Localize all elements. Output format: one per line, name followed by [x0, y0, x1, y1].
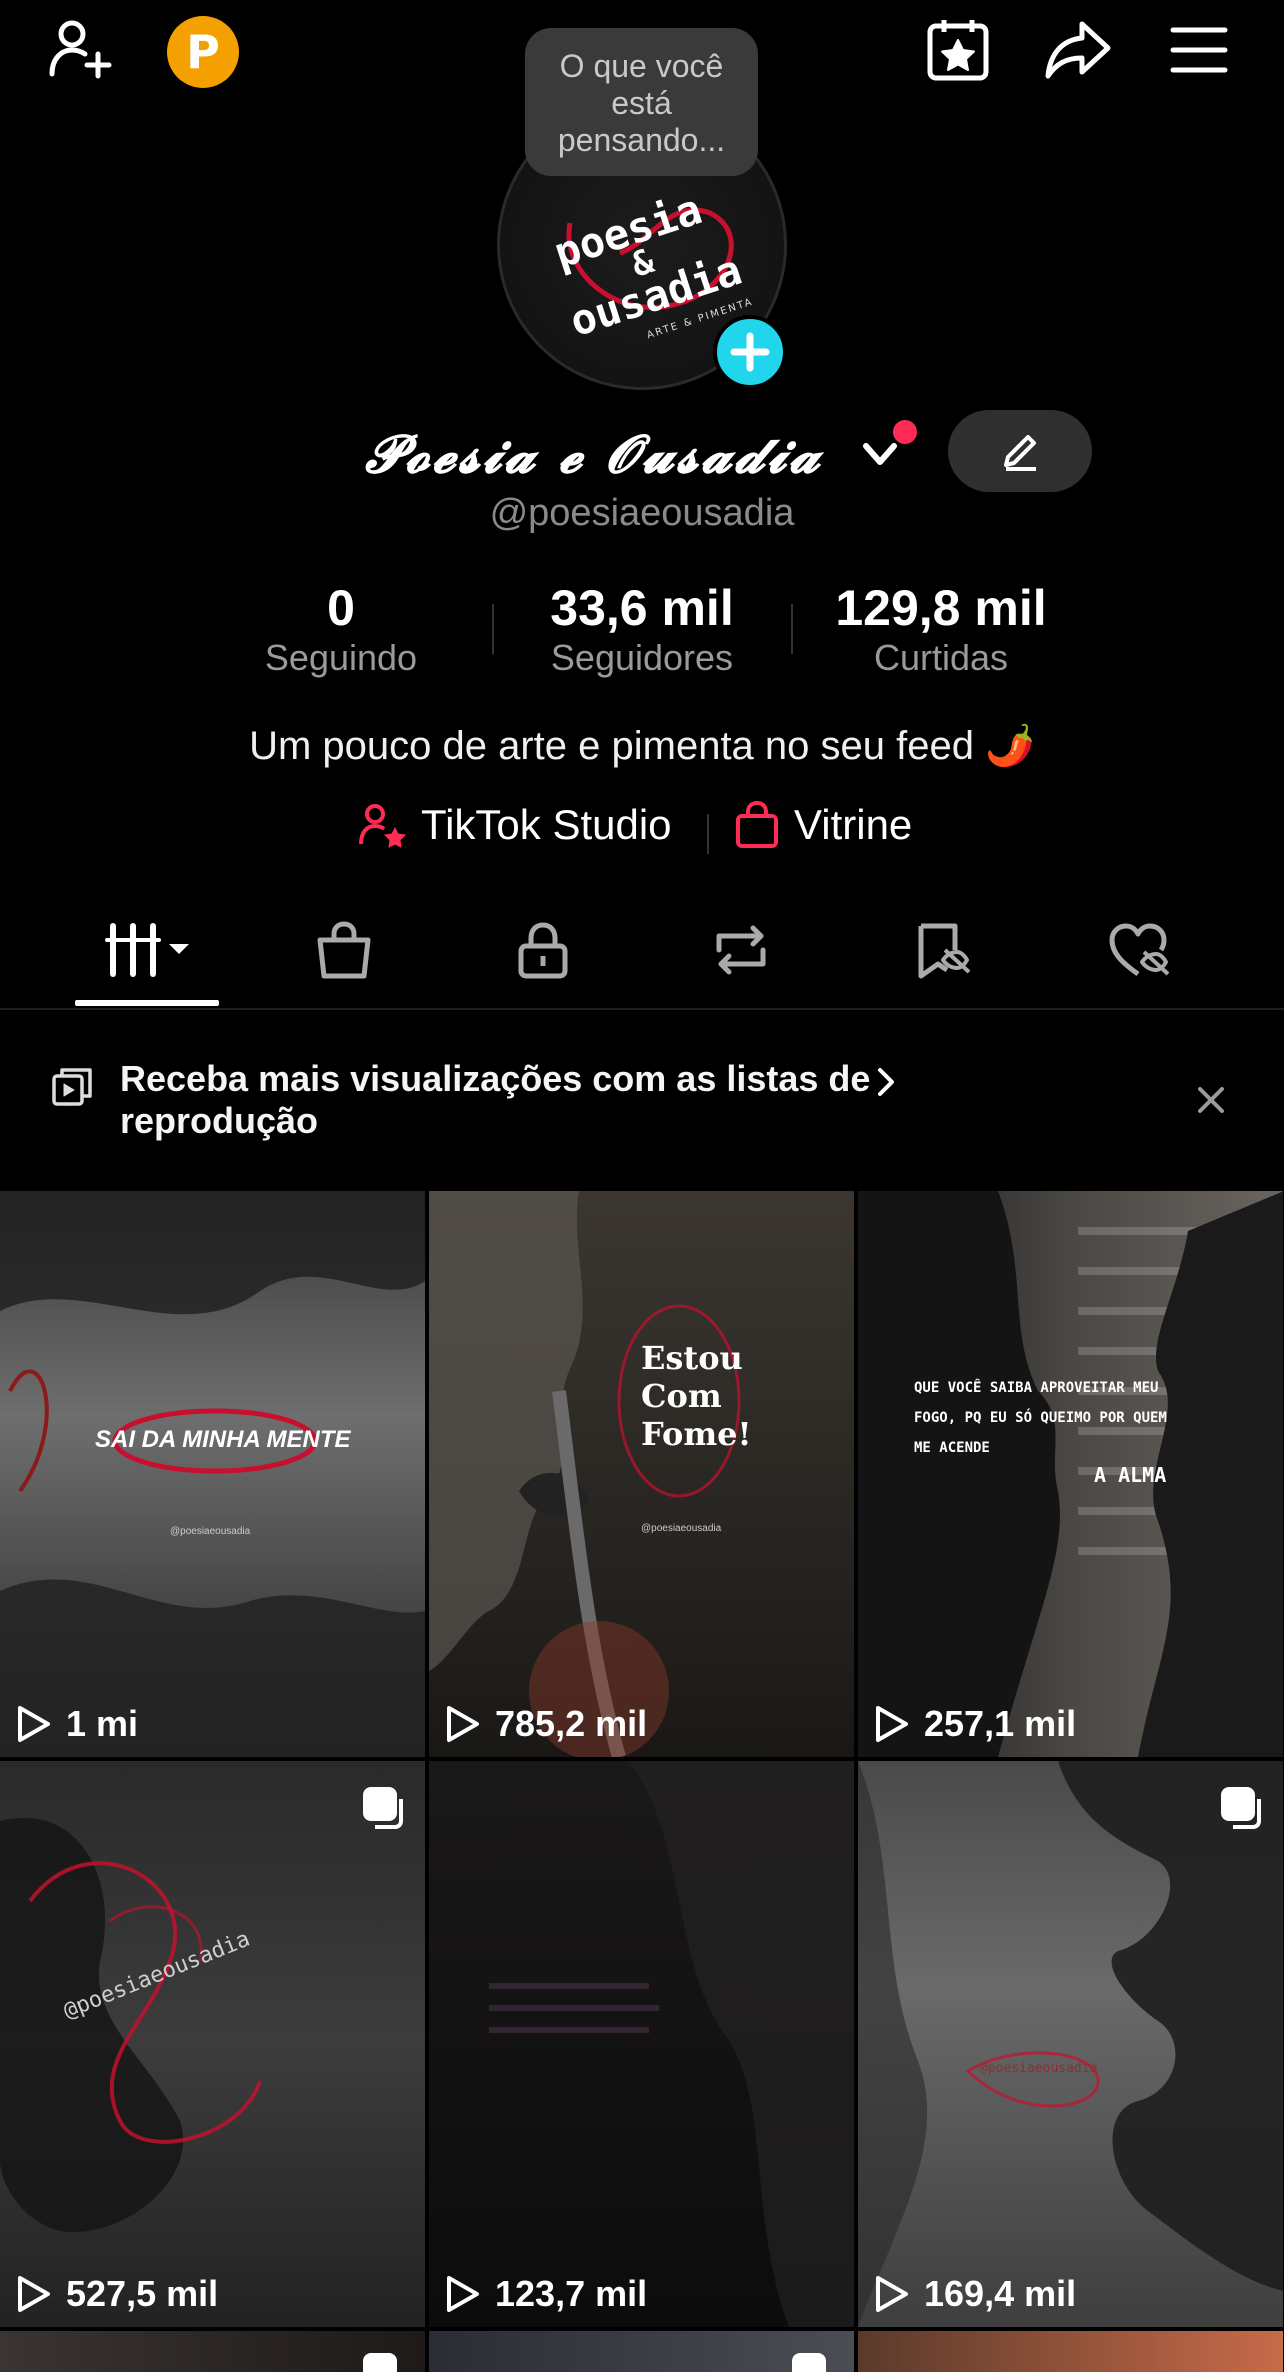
watermark: @poesiaeousadia: [170, 1526, 251, 1537]
video-thumbnail[interactable]: [429, 2331, 854, 2372]
content-tabs: [0, 900, 1284, 1010]
view-count: 1 mi: [16, 1703, 138, 1745]
multi-photo-icon: [363, 2353, 397, 2372]
video-overlay-text: QUE VOCÊ SAIBA APROVEITAR MEU FOGO, PQ E…: [914, 1380, 1167, 1456]
share-arrow-icon[interactable]: [1042, 14, 1114, 86]
tab-videos[interactable]: [72, 900, 222, 1000]
stat-following[interactable]: 0 Seguindo: [211, 578, 471, 680]
video-thumbnail[interactable]: 123,7 mil: [429, 1761, 854, 2327]
play-icon: [18, 1706, 50, 1742]
display-name[interactable]: 𝓟𝓸𝓮𝓼𝓲𝓪 𝓮 𝓞𝓾𝓼𝓪𝓭𝓲𝓪: [365, 424, 823, 486]
view-count: 785,2 mil: [445, 1703, 647, 1745]
username-handle: @poesiaeousadia: [489, 492, 795, 534]
multi-photo-icon: [363, 1787, 403, 1829]
tiktok-studio-link[interactable]: TikTok Studio: [357, 800, 672, 850]
stat-label: Curtidas: [873, 637, 1009, 678]
thumbnail-art: [858, 1191, 1283, 1757]
play-icon: [876, 2276, 908, 2312]
coin-icon[interactable]: P: [167, 16, 239, 88]
view-count: 123,7 mil: [445, 2273, 647, 2315]
vitrine-link[interactable]: Vitrine: [734, 800, 912, 850]
video-thumbnail[interactable]: [0, 2331, 425, 2372]
stat-value: 0: [327, 580, 355, 636]
shopping-bag-icon: [736, 801, 778, 848]
tab-private[interactable]: [468, 900, 618, 1000]
view-count: 169,4 mil: [874, 2273, 1076, 2315]
thumbnail-art: [0, 1817, 262, 2233]
shopping-bag-icon: [317, 921, 371, 979]
playlist-icon: [52, 1068, 92, 1106]
tiktok-studio-label: TikTok Studio: [421, 801, 672, 848]
tab-shop[interactable]: [269, 900, 419, 1000]
divider: [707, 814, 709, 854]
multi-photo-icon: [1221, 1787, 1261, 1829]
bookmark-hidden-icon: [918, 923, 971, 979]
notification-dot: [893, 420, 917, 444]
watermark: @poesiaeousadia: [641, 1523, 722, 1534]
chevron-right-icon[interactable]: [872, 1064, 900, 1100]
play-icon: [447, 2276, 479, 2312]
stat-label: Seguidores: [550, 637, 734, 678]
video-thumbnail[interactable]: @poesiaeousadia 527,5 mil: [0, 1761, 425, 2327]
divider: [791, 604, 793, 654]
thumbnail-art: [489, 1761, 854, 2327]
add-story-button[interactable]: [713, 315, 787, 389]
profile-stats: 0 Seguindo 33,6 mil Seguidores 129,8 mil…: [0, 578, 1284, 688]
bio-text: Um pouco de arte e pimenta no seu feed 🌶…: [249, 724, 1035, 768]
name-row: 𝓟𝓸𝓮𝓼𝓲𝓪 𝓮 𝓞𝓾𝓼𝓪𝓭𝓲𝓪: [0, 410, 1284, 492]
multi-photo-icon: [792, 2353, 826, 2372]
tab-favorites[interactable]: [866, 900, 1016, 1000]
tab-reposts[interactable]: [666, 900, 816, 1000]
profile-links: TikTok Studio Vitrine: [0, 800, 1284, 860]
stat-likes[interactable]: 129,8 mil Curtidas: [811, 578, 1071, 680]
tab-liked[interactable]: [1063, 900, 1213, 1000]
video-overlay-text: SAI DA MINHA MENTE: [95, 1426, 351, 1453]
divider: [492, 604, 494, 654]
lock-icon: [518, 922, 568, 979]
video-overlay-text-2: A ALMA: [1094, 1463, 1167, 1487]
person-plus-icon[interactable]: [44, 14, 116, 86]
play-icon: [876, 1706, 908, 1742]
view-count: 257,1 mil: [874, 1703, 1076, 1745]
repost-icon: [716, 925, 766, 975]
stat-followers[interactable]: 33,6 mil Seguidores: [512, 578, 772, 680]
video-thumbnail[interactable]: @poesiaeousadia 169,4 mil: [858, 1761, 1283, 2327]
person-star-icon: [359, 804, 407, 848]
grid-lines-icon: [105, 923, 189, 977]
stat-label: Seguindo: [264, 637, 418, 678]
watermark: @poesiaeousadia: [980, 2061, 1098, 2076]
vitrine-label: Vitrine: [794, 801, 913, 848]
thumbnail-art: [0, 1191, 425, 1757]
playlist-banner[interactable]: Receba mais visualizações com as listas …: [0, 1010, 1284, 1190]
video-thumbnail[interactable]: QUE VOCÊ SAIBA APROVEITAR MEU FOGO, PQ E…: [858, 1191, 1283, 1757]
calendar-star-icon[interactable]: [922, 14, 994, 86]
play-icon: [447, 1706, 479, 1742]
plus-icon: [730, 332, 770, 372]
stat-value: 129,8 mil: [835, 580, 1047, 636]
close-icon[interactable]: [1195, 1084, 1227, 1116]
status-bubble[interactable]: O que você está pensando...: [525, 28, 758, 176]
video-thumbnail[interactable]: [858, 2331, 1283, 2372]
banner-text: Receba mais visualizações com as listas …: [120, 1058, 871, 1141]
video-thumbnail[interactable]: SAI DA MINHA MENTE @poesiaeousadia 1 mi: [0, 1191, 425, 1757]
play-icon: [18, 2276, 50, 2312]
thumbnail-art: [858, 1761, 1283, 2327]
video-thumbnail[interactable]: Estou Com Fome! @poesiaeousadia 785,2 mi…: [429, 1191, 854, 1757]
thumbnail-art: [429, 1191, 741, 1757]
hamburger-menu-icon[interactable]: [1163, 14, 1235, 86]
view-count: 527,5 mil: [16, 2273, 218, 2315]
active-tab-indicator: [75, 1000, 219, 1006]
edit-profile-button[interactable]: [948, 410, 1092, 492]
heart-hidden-icon: [1109, 923, 1170, 977]
video-overlay-text: Estou Com Fome!: [641, 1339, 752, 1453]
stat-value: 33,6 mil: [550, 580, 734, 636]
pencil-icon: [1004, 435, 1036, 471]
